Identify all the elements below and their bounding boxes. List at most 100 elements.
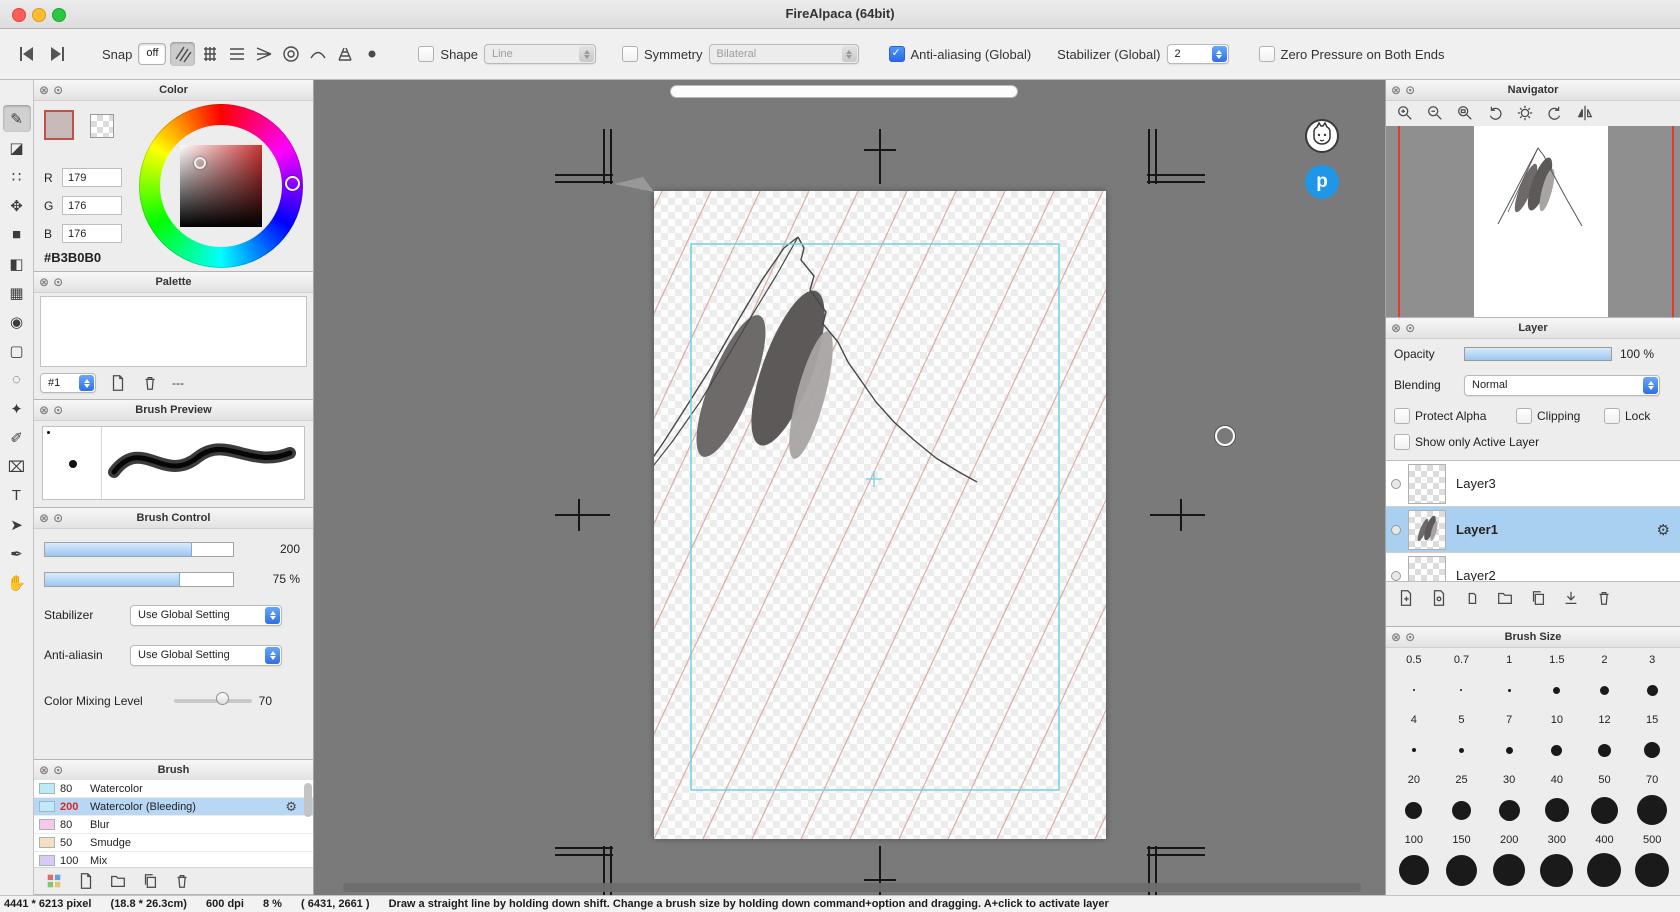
snap-crisscross-icon[interactable] <box>197 42 222 66</box>
zoom-out-icon[interactable] <box>1422 102 1448 124</box>
layer-row[interactable]: Layer1⚙ <box>1386 507 1680 553</box>
brush-size-option-70[interactable] <box>1628 793 1676 827</box>
brush-size-option-400[interactable] <box>1581 853 1629 887</box>
show-only-active-checkbox[interactable] <box>1394 434 1410 450</box>
snap-dot-icon[interactable] <box>359 42 384 66</box>
gear-icon[interactable]: ⚙ <box>285 799 297 815</box>
delete-layer-icon[interactable] <box>1594 588 1614 608</box>
bucket-tool[interactable]: ◉ <box>3 308 31 335</box>
collapse-icon[interactable]: ⊙ <box>1405 80 1415 100</box>
close-icon[interactable]: ⊗ <box>39 400 49 420</box>
green-field[interactable]: 176 <box>62 196 122 215</box>
brush-size-option-4[interactable] <box>1390 733 1438 767</box>
stabilizer-select[interactable]: 2 <box>1167 44 1229 64</box>
brush-size-option-300[interactable] <box>1533 853 1581 887</box>
magic-wand-tool[interactable]: ✦ <box>3 395 31 422</box>
snap-horizontal-icon[interactable] <box>224 42 249 66</box>
collapse-icon[interactable]: ⊙ <box>53 272 63 292</box>
collapse-icon[interactable]: ⊙ <box>53 760 63 780</box>
brush-size-option-50[interactable] <box>1581 793 1629 827</box>
palette-list[interactable] <box>40 296 307 367</box>
text-tool[interactable]: T <box>3 482 31 509</box>
duplicate-brush-icon[interactable] <box>140 871 160 891</box>
protect-alpha-checkbox[interactable] <box>1394 408 1410 424</box>
select-lasso-tool[interactable]: ◌ <box>3 366 31 393</box>
add-8bit-layer-icon[interactable] <box>1429 588 1449 608</box>
brush-size-option-150[interactable] <box>1438 853 1486 887</box>
collapse-icon[interactable]: ⊙ <box>53 400 63 420</box>
brush-folder-icon[interactable] <box>108 871 128 891</box>
brush-size-option-3[interactable] <box>1628 673 1676 707</box>
canvas-viewport[interactable]: p <box>314 80 1385 895</box>
hue-marker[interactable] <box>285 176 300 191</box>
palette-preset-select[interactable]: #1 <box>40 373 96 393</box>
zoom-in-icon[interactable] <box>1392 102 1418 124</box>
canvas-document[interactable] <box>654 191 1106 839</box>
layer-thumbnail[interactable] <box>1408 556 1446 583</box>
gear-icon[interactable]: ⚙ <box>1657 521 1670 539</box>
foreground-color-swatch[interactable] <box>44 110 74 140</box>
layer-opacity-slider[interactable] <box>1464 347 1612 361</box>
pixiv-badge[interactable]: p <box>1305 165 1339 199</box>
sv-marker[interactable] <box>194 157 206 169</box>
brush-size-option-40[interactable] <box>1533 793 1581 827</box>
brush-size-option-1.5[interactable] <box>1533 673 1581 707</box>
layer-visibility-toggle[interactable] <box>1386 571 1406 581</box>
brush-size-option-0.7[interactable] <box>1438 673 1486 707</box>
brush-size-option-12[interactable] <box>1581 733 1629 767</box>
delete-brush-icon[interactable] <box>172 871 192 891</box>
delete-palette-icon[interactable] <box>140 373 160 393</box>
add-1bit-layer-icon[interactable] <box>1462 588 1482 608</box>
rotate-left-icon[interactable] <box>1482 102 1508 124</box>
snap-parallel-icon[interactable] <box>170 42 195 66</box>
merge-down-icon[interactable] <box>1561 588 1581 608</box>
add-layer-icon[interactable] <box>1396 588 1416 608</box>
layer-thumbnail[interactable] <box>1408 510 1446 550</box>
symmetry-checkbox[interactable] <box>622 46 638 62</box>
background-color-swatch[interactable] <box>90 114 114 138</box>
brush-item[interactable]: 200Watercolor (Bleeding)⚙ <box>34 798 313 816</box>
close-icon[interactable]: ⊗ <box>1391 318 1401 338</box>
brush-size-option-2[interactable] <box>1581 673 1629 707</box>
brush-size-option-1[interactable] <box>1485 673 1533 707</box>
zero-pressure-checkbox[interactable] <box>1259 46 1275 62</box>
brush-list-scrollbar[interactable] <box>304 783 312 817</box>
gradient-tool[interactable]: ◧ <box>3 250 31 277</box>
red-field[interactable]: 179 <box>62 168 122 187</box>
collapse-icon[interactable]: ⊙ <box>1405 627 1415 647</box>
select-pen-tool[interactable]: ✐ <box>3 424 31 451</box>
new-palette-icon[interactable] <box>108 373 128 393</box>
clipping-checkbox[interactable] <box>1516 408 1532 424</box>
brush-size-option-100[interactable] <box>1390 853 1438 887</box>
zoom-fit-icon[interactable] <box>1452 102 1478 124</box>
snap-curve-icon[interactable] <box>305 42 330 66</box>
layer-row[interactable]: Layer3 <box>1386 461 1680 507</box>
pattern-tool[interactable]: ▦ <box>3 279 31 306</box>
select-rect-tool[interactable]: ▢ <box>3 337 31 364</box>
stabilizer-dropdown[interactable]: Use Global Setting <box>130 605 282 626</box>
color-wheel[interactable] <box>139 104 303 268</box>
lock-checkbox[interactable] <box>1604 408 1620 424</box>
brush-opacity-slider[interactable] <box>44 572 234 587</box>
brush-size-option-7[interactable] <box>1485 733 1533 767</box>
blue-field[interactable]: 176 <box>62 224 122 243</box>
brush-size-option-10[interactable] <box>1533 733 1581 767</box>
brush-size-option-5[interactable] <box>1438 733 1486 767</box>
move-tool[interactable]: ✥ <box>3 192 31 219</box>
collapse-icon[interactable]: ⊙ <box>1405 318 1415 338</box>
brush-size-option-20[interactable] <box>1390 793 1438 827</box>
shape-select[interactable]: Line <box>484 44 596 64</box>
brush-item[interactable]: 80Watercolor <box>34 780 313 798</box>
eraser-tool[interactable]: ◪ <box>3 134 31 161</box>
redo-button[interactable] <box>42 41 74 67</box>
select-eraser-tool[interactable]: ⌧ <box>3 453 31 480</box>
navigator-thumbnail[interactable] <box>1386 126 1680 317</box>
finger-tool[interactable]: ∷ <box>3 163 31 190</box>
brush-size-option-25[interactable] <box>1438 793 1486 827</box>
snap-concentric-icon[interactable] <box>278 42 303 66</box>
brush-tool[interactable]: ✎ <box>3 105 31 132</box>
collapse-icon[interactable]: ⊙ <box>53 80 63 100</box>
shape-checkbox[interactable] <box>418 46 434 62</box>
snap-off-button[interactable]: off <box>138 43 166 65</box>
horizontal-scrollbar-bottom[interactable] <box>343 883 1361 892</box>
